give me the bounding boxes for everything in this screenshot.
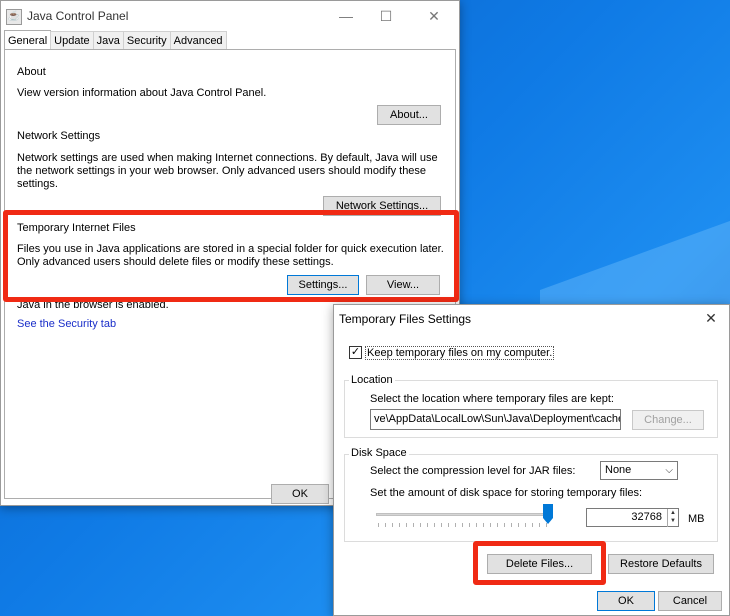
ok-button[interactable]: OK xyxy=(271,484,329,504)
highlight-delete-files xyxy=(473,541,606,585)
dialog-title: Temporary Files Settings xyxy=(339,312,472,326)
cache-path-field[interactable]: ve\AppData\LocalLow\Sun\Java\Deployment\… xyxy=(370,409,621,430)
disk-space-slider[interactable] xyxy=(376,513,550,516)
network-heading: Network Settings xyxy=(17,130,101,142)
ok-button[interactable]: OK xyxy=(597,591,655,611)
restore-defaults-button[interactable]: Restore Defaults xyxy=(608,554,714,574)
window-title: Java Control Panel xyxy=(27,9,129,23)
security-tab-link[interactable]: See the Security tab xyxy=(17,318,116,330)
slider-ticks xyxy=(378,523,548,527)
maximize-icon[interactable]: ☐ xyxy=(371,5,401,27)
about-heading: About xyxy=(17,66,46,78)
disk-amount-input[interactable]: 32768 xyxy=(586,508,679,527)
close-icon[interactable]: ✕ xyxy=(419,5,449,27)
tab-java[interactable]: Java xyxy=(92,31,124,49)
tab-advanced[interactable]: Advanced xyxy=(169,31,227,49)
cancel-button[interactable]: Cancel xyxy=(658,591,722,611)
dialog-title-bar: Temporary Files Settings ✕ xyxy=(334,305,729,333)
tab-bar: General Update Java Security Advanced xyxy=(4,30,227,50)
title-bar: ☕ Java Control Panel — ☐ ✕ xyxy=(1,1,459,32)
chevron-down-icon: ⌵ xyxy=(665,465,673,476)
location-heading: Location xyxy=(349,374,395,386)
location-text: Select the location where temporary file… xyxy=(370,393,614,405)
compression-value: None xyxy=(605,464,632,476)
minimize-icon[interactable]: — xyxy=(331,5,361,27)
disk-amount-label: Set the amount of disk space for storing… xyxy=(370,487,643,499)
about-button[interactable]: About... xyxy=(377,105,441,125)
keep-temp-files-checkbox[interactable]: ✓ xyxy=(349,346,362,359)
network-text-line-1: Network settings are used when making In… xyxy=(17,152,438,164)
disk-unit-label: MB xyxy=(688,513,705,525)
tab-general[interactable]: General xyxy=(4,30,52,50)
java-icon: ☕ xyxy=(6,9,22,25)
disk-amount-value: 32768 xyxy=(631,511,662,523)
highlight-temp-internet-files xyxy=(3,210,459,302)
tab-security[interactable]: Security xyxy=(122,31,171,49)
tab-update[interactable]: Update xyxy=(50,31,94,49)
about-text: View version information about Java Cont… xyxy=(17,87,267,99)
network-text-line-3: settings. xyxy=(17,178,58,190)
network-text-line-2: the network settings in your web browser… xyxy=(17,165,427,177)
keep-temp-files-label[interactable]: Keep temporary files on my computer. xyxy=(365,346,555,360)
compression-select[interactable]: None ⌵ xyxy=(600,461,678,480)
disk-space-heading: Disk Space xyxy=(349,447,409,459)
compression-label: Select the compression level for JAR fil… xyxy=(370,465,576,477)
spinner-icon[interactable]: ▲ ▼ xyxy=(667,509,678,527)
close-icon[interactable]: ✕ xyxy=(696,307,726,329)
change-button[interactable]: Change... xyxy=(632,410,704,430)
